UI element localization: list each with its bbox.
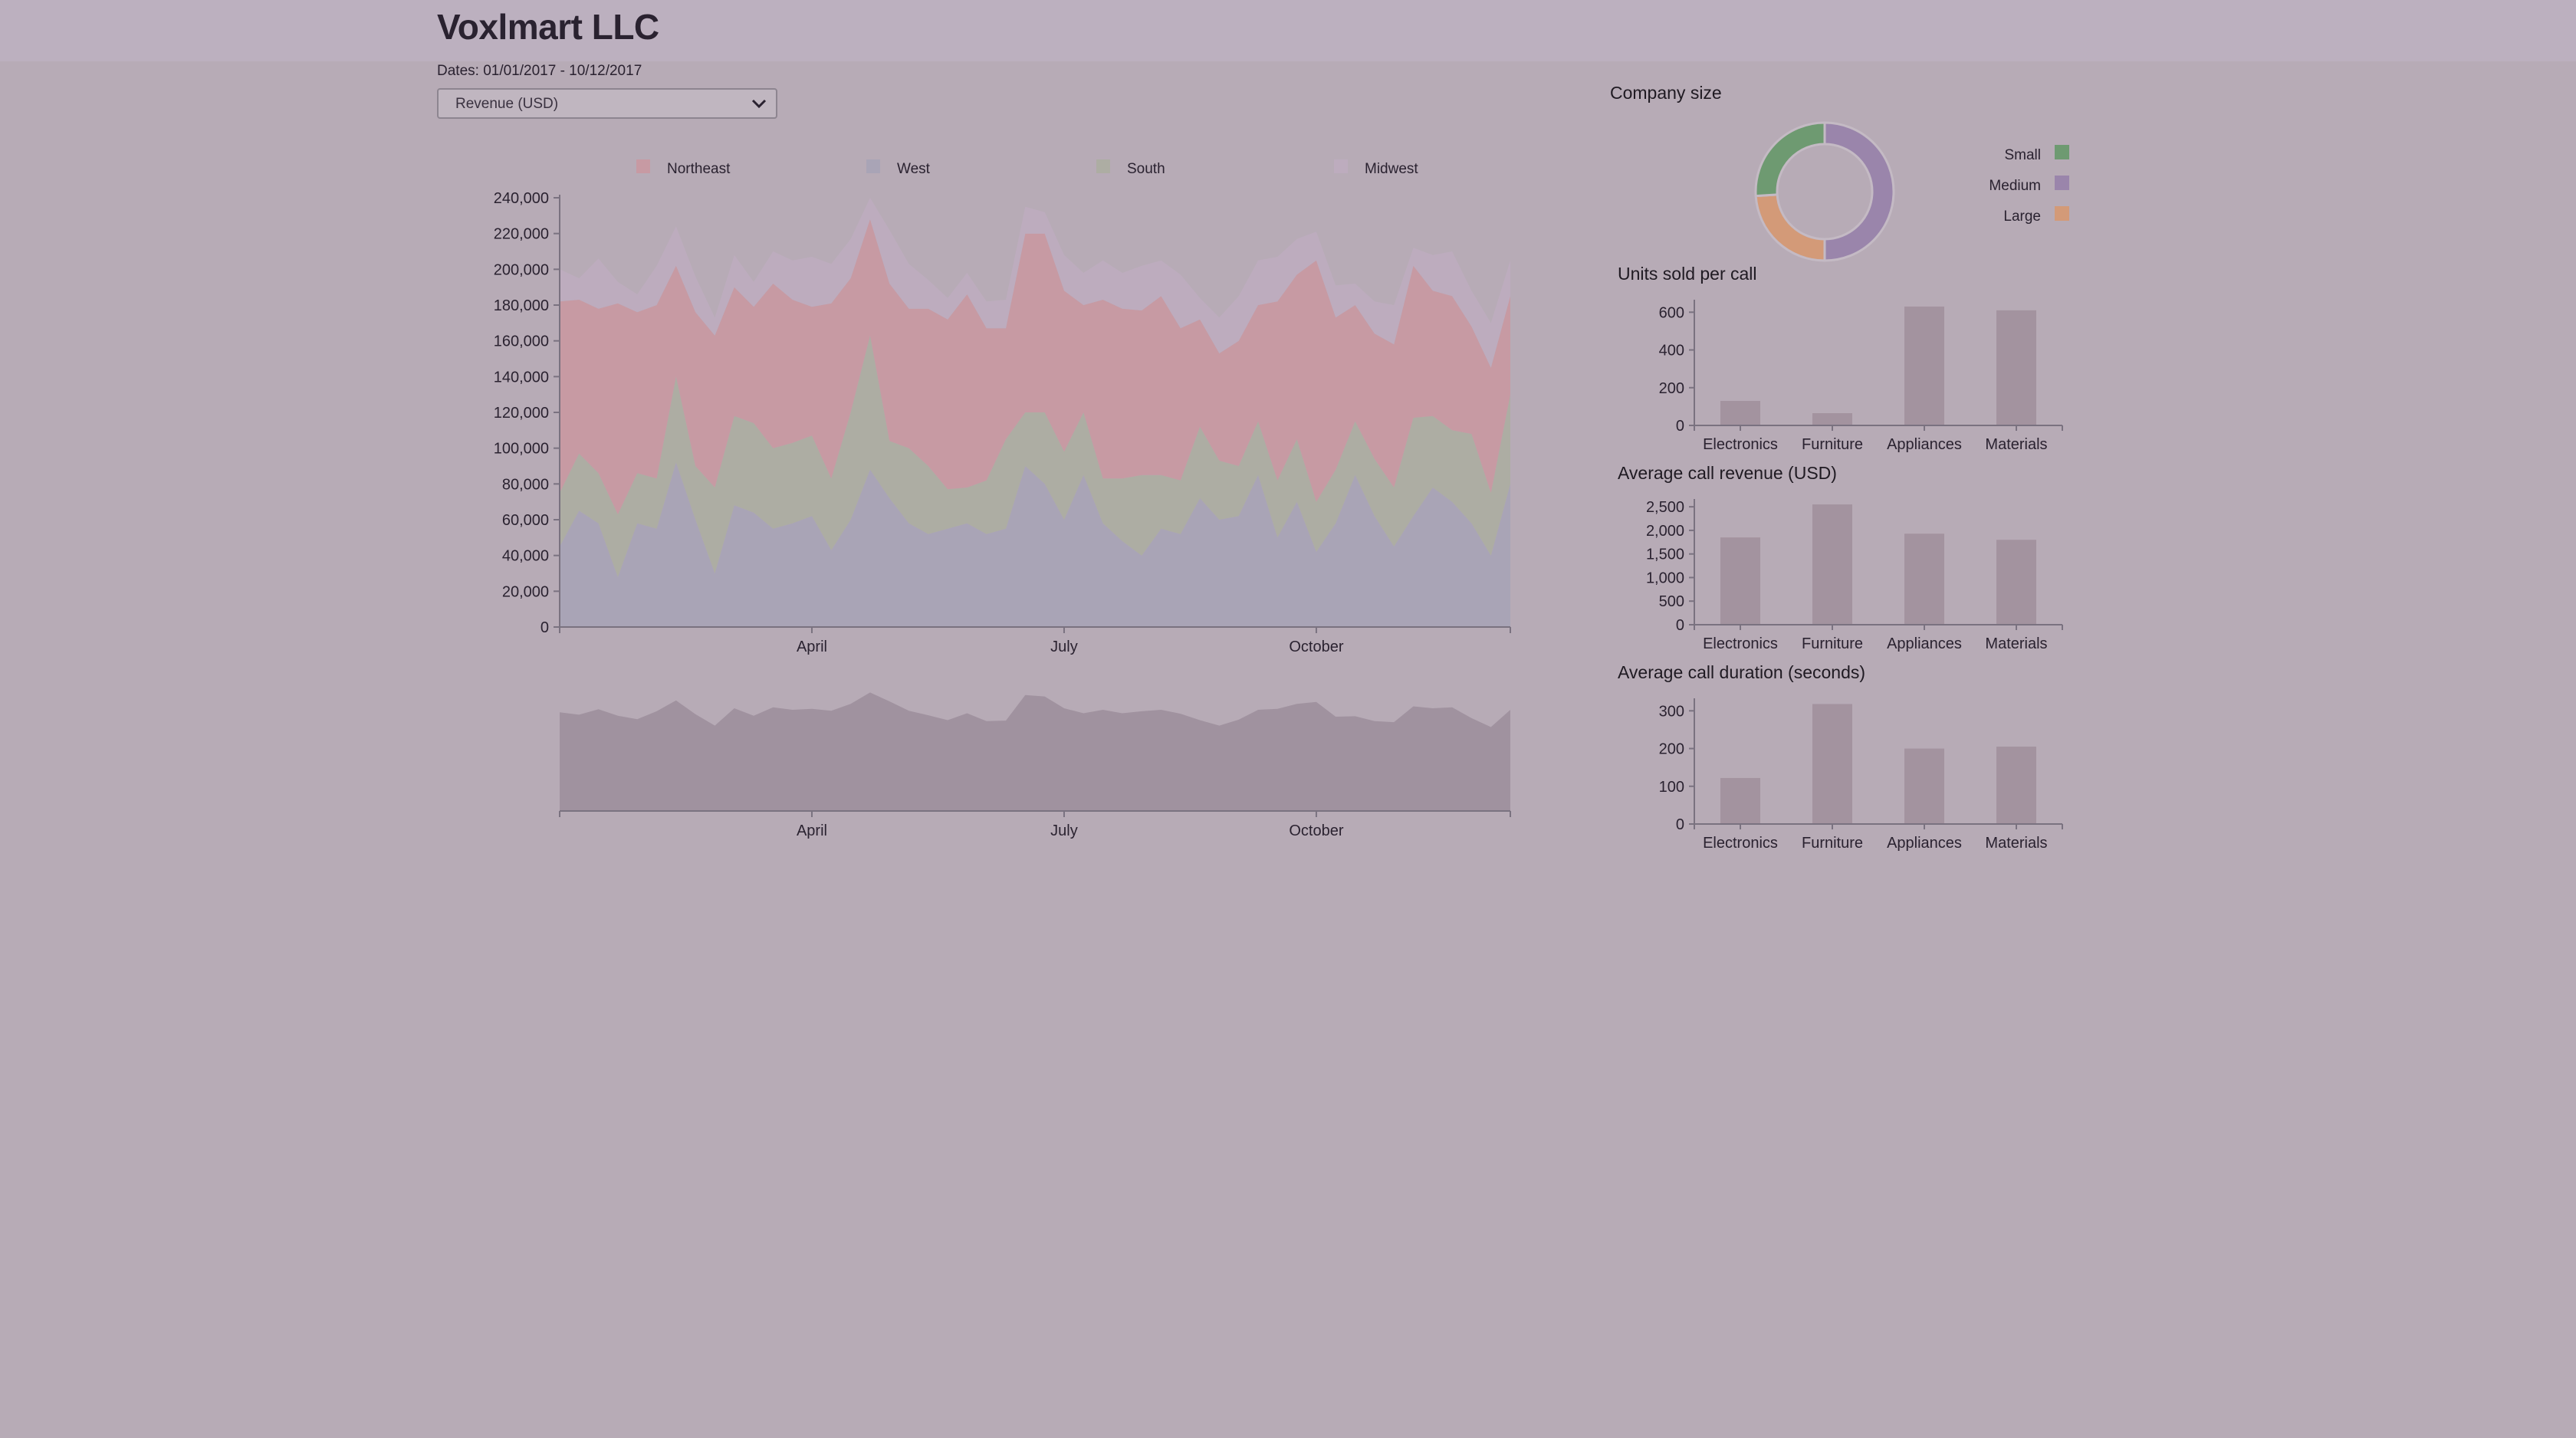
x-tick-label: Appliances [1887,436,1962,453]
y-tick-label: 140,000 [494,369,549,386]
legend-swatch [636,159,650,173]
right-panel-charts: Company size Small Medium Large Units sold p… [1610,83,2069,852]
legend-swatch [1096,159,1110,173]
donut-legend-swatch [2055,145,2069,159]
x-tick-label: Appliances [1887,635,1962,652]
donut-legend-item-small[interactable]: Small [2004,145,2069,163]
stacked-area-chart: Northeast West South Midwest 0 20,000 40,000 60… [494,159,1511,839]
legend-item-midwest[interactable]: Midwest [1334,159,1418,177]
bar-chart-2: Average call revenue (USD) Electronics Fur… [1618,463,2063,652]
y-tick-label: 0 [1676,816,1684,833]
bar-appliances[interactable] [1904,534,1944,625]
legend-label: Midwest [1365,161,1418,177]
bar-materials[interactable] [1996,540,2036,625]
y-tick-label: 400 [1659,343,1684,360]
x-tick-label: Furniture [1802,436,1863,453]
y-tick-label: 60,000 [502,512,549,529]
legend-swatch [866,159,880,173]
y-tick-label: 100,000 [494,441,549,458]
legend-item-west[interactable]: West [866,159,931,177]
y-tick-label: 600 [1659,304,1684,321]
bar-appliances[interactable] [1904,306,1944,425]
legend-swatch [1334,159,1348,173]
donut-slice-medium[interactable] [1823,121,1895,262]
x-tick-label: Furniture [1802,635,1863,652]
brush-overview[interactable] [560,692,1510,811]
donut-legend-swatch [2055,206,2069,221]
x-tick-label: Materials [1985,436,2047,453]
bar-furniture[interactable] [1812,704,1852,824]
bar-materials[interactable] [1996,310,2036,425]
bar-materials[interactable] [1996,747,2036,824]
bar-furniture[interactable] [1812,413,1852,425]
bar-electronics[interactable] [1720,777,1760,824]
x-tick-label: Materials [1985,835,2047,852]
x-tick-label: October [1289,639,1343,655]
y-tick-label: 80,000 [502,476,549,493]
y-tick-label: 2,500 [1646,499,1684,516]
brush-x-tick-label: July [1050,822,1078,839]
y-tick-label: 120,000 [494,405,549,422]
y-tick-label: 0 [1676,617,1684,634]
page-title: Voxlmart LLC [437,7,659,47]
bar-chart-title: Average call duration (seconds) [1618,662,1865,682]
y-tick-label: 240,000 [494,190,549,207]
date-range-label: Dates: 01/01/2017 - 10/12/2017 [437,63,642,79]
y-tick-label: 40,000 [502,548,549,565]
x-tick-label: Electronics [1703,835,1778,852]
donut-legend-label: Medium [1989,178,2041,194]
bar-furniture[interactable] [1812,504,1852,625]
y-tick-label: 1,000 [1646,570,1684,586]
x-tick-label: Materials [1985,635,2047,652]
y-tick-label: 0 [540,619,549,636]
donut-slice-small[interactable] [1754,121,1826,198]
legend-label: West [897,161,931,177]
donut-legend-swatch [2055,176,2069,190]
bar-chart-1: Units sold per call Electronics Furniture A… [1618,264,2063,453]
brush-area [560,692,1510,811]
legend-item-northeast[interactable]: Northeast [636,159,731,177]
y-tick-label: 2,000 [1646,523,1684,540]
y-tick-label: 0 [1676,418,1684,435]
bar-electronics[interactable] [1720,537,1760,625]
y-tick-label: 220,000 [494,226,549,243]
donut-title: Company size [1610,83,1722,103]
legend-label: South [1127,161,1165,177]
bar-chart-3: Average call duration (seconds) Electroni… [1618,662,2063,852]
y-tick-label: 180,000 [494,297,549,314]
y-tick-label: 100 [1659,779,1684,796]
y-tick-label: 300 [1659,703,1684,720]
x-tick-label: July [1050,639,1078,655]
donut-legend-item-medium[interactable]: Medium [1989,176,2069,194]
bar-chart-title: Units sold per call [1618,264,1757,284]
x-tick-label: Appliances [1887,835,1962,852]
app-header: Voxlmart LLC [0,0,2576,61]
y-tick-label: 200 [1659,741,1684,758]
y-tick-label: 200 [1659,380,1684,397]
brush-x-tick-label: October [1289,822,1343,839]
bar-appliances[interactable] [1904,748,1944,824]
chevron-down-icon [751,99,767,109]
donut-legend-label: Small [2004,147,2041,163]
donut-legend-item-large[interactable]: Large [2003,206,2069,225]
y-tick-label: 1,500 [1646,547,1684,563]
y-tick-label: 20,000 [502,583,549,600]
y-tick-label: 500 [1659,593,1684,610]
x-tick-label: Electronics [1703,635,1778,652]
y-tick-label: 200,000 [494,261,549,278]
x-tick-label: April [797,639,827,655]
bar-electronics[interactable] [1720,401,1760,425]
legend-label: Northeast [667,161,731,177]
x-tick-label: Electronics [1703,436,1778,453]
metric-select[interactable]: Revenue (USD) [437,88,777,119]
donut-legend-label: Large [2003,208,2041,225]
legend-item-south[interactable]: South [1096,159,1165,177]
y-tick-label: 160,000 [494,333,549,350]
metric-select-value: Revenue (USD) [455,96,559,112]
bar-chart-title: Average call revenue (USD) [1618,463,1837,483]
x-tick-label: Furniture [1802,835,1863,852]
donut-slice-large[interactable] [1754,193,1826,262]
brush-x-tick-label: April [797,822,827,839]
